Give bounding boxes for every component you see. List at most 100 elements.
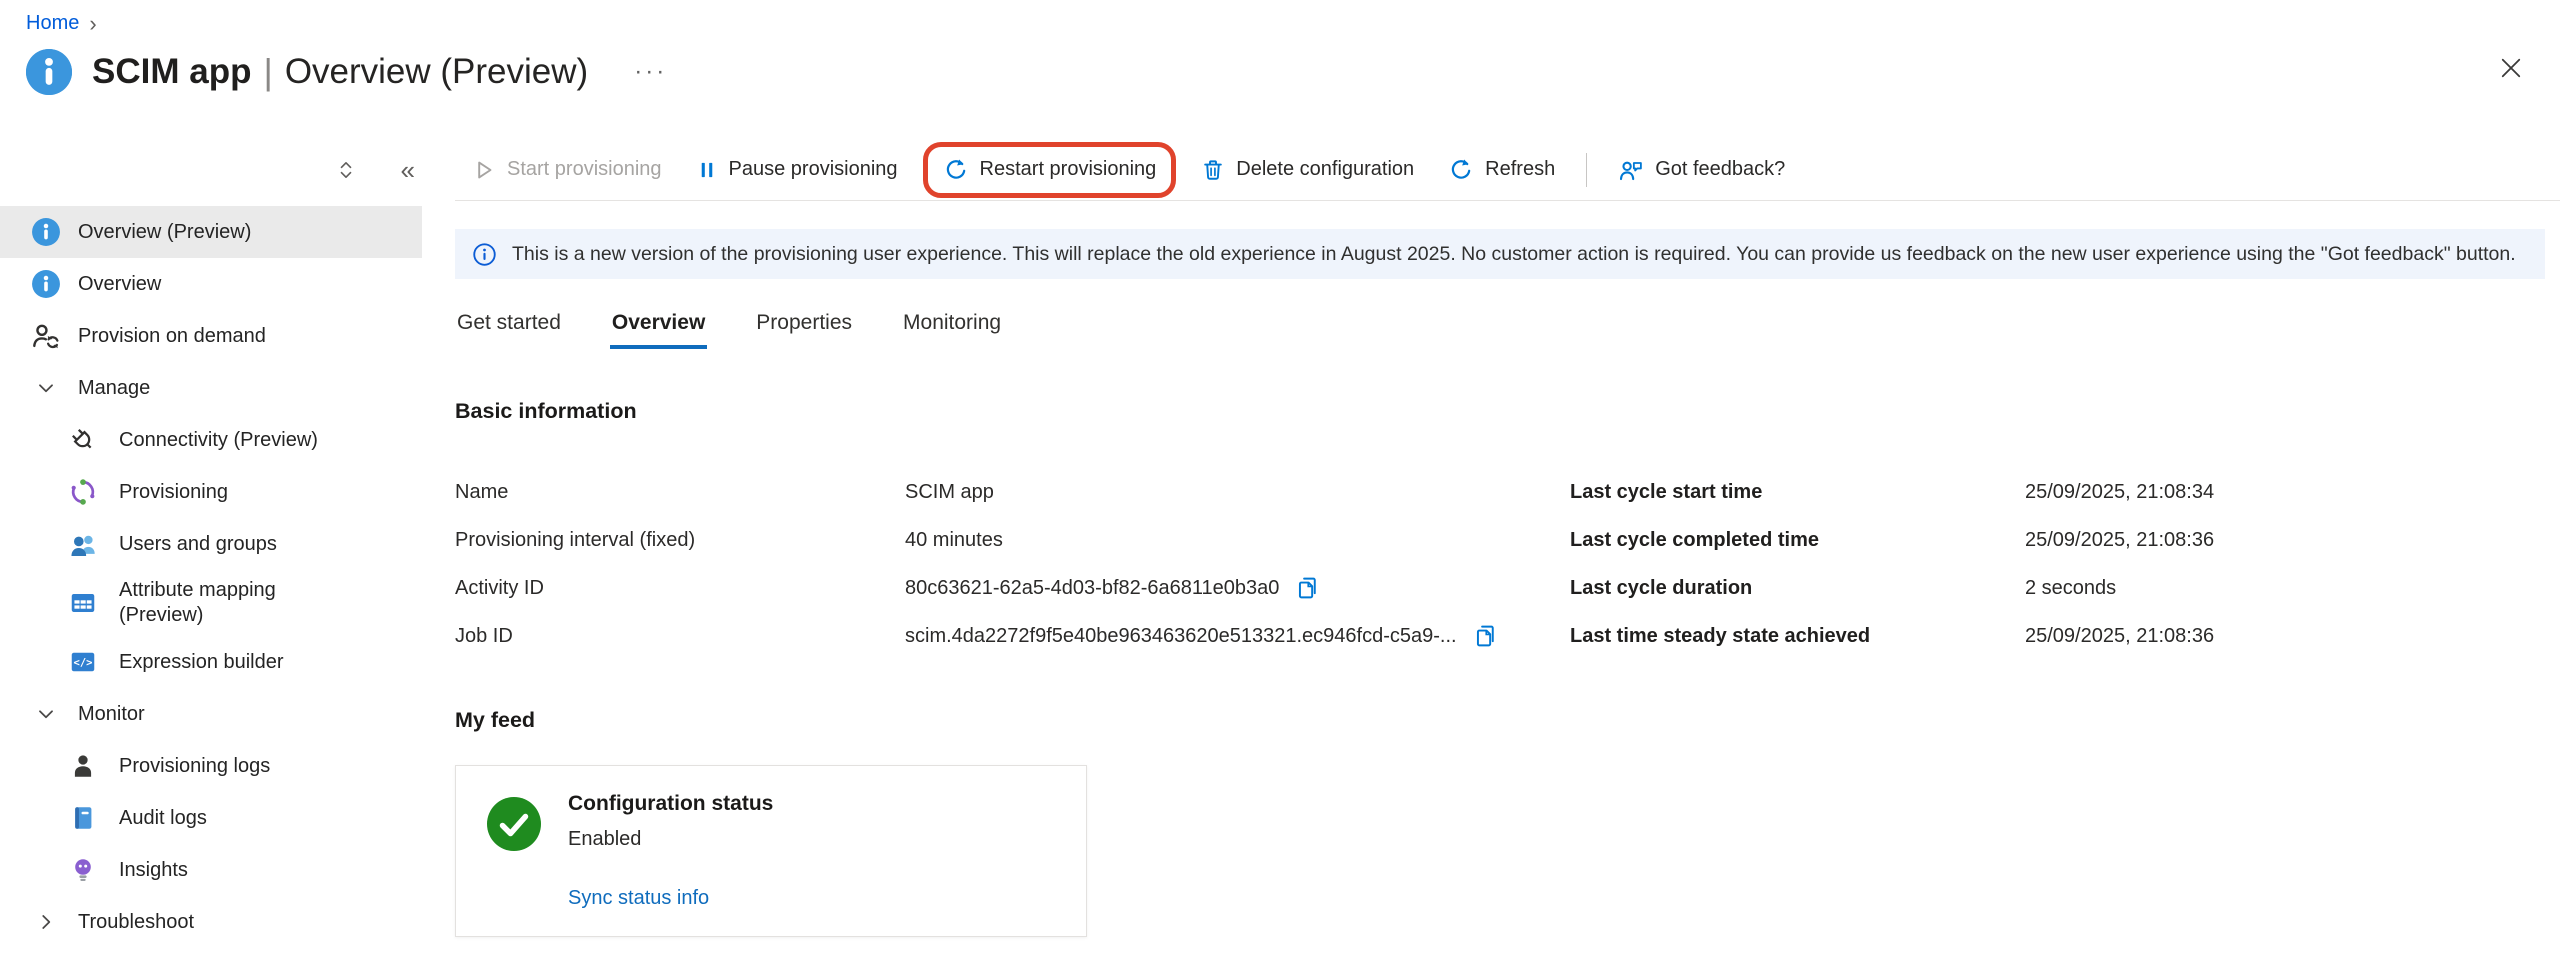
svg-text:</>: </> [74,657,93,669]
book-icon [67,803,99,833]
chevron-down-icon [30,377,62,399]
sidebar-item-label: Provisioning [119,480,238,505]
collapse-menu-icon[interactable]: « [401,157,415,183]
sidebar: Overview (Preview) Overview Provision on… [0,201,455,979]
info-icon [30,269,62,299]
sidebar-item-label: Provisioning logs [119,754,280,779]
sidebar-item-overview[interactable]: Overview [0,258,422,310]
refresh-icon [1448,157,1474,183]
sidebar-item-users-and-groups[interactable]: Users and groups [0,518,422,570]
page-name: Overview (Preview) [285,52,588,92]
table-icon [67,588,99,618]
info-row-last-cycle-start: Last cycle start time 25/09/2025, 21:08:… [1570,468,2545,516]
sidebar-group-monitor[interactable]: Monitor [0,688,422,740]
page-header: SCIM app | Overview (Preview) ··· [0,45,2560,99]
sidebar-item-provisioning[interactable]: Provisioning [0,466,422,518]
refresh-button[interactable]: Refresh [1431,139,1572,200]
tab-get-started[interactable]: Get started [455,303,563,349]
sidebar-item-provision-on-demand[interactable]: Provision on demand [0,310,422,362]
sidebar-item-expression-builder[interactable]: </> Expression builder [0,636,422,688]
sidebar-group-manage[interactable]: Manage [0,362,422,414]
basic-information-heading: Basic information [455,399,2545,424]
info-row-provisioning-interval: Provisioning interval (fixed) 40 minutes [455,516,1570,564]
sidebar-item-insights[interactable]: Insights [0,844,422,896]
toolbar-divider [1586,153,1587,187]
play-icon [472,158,496,182]
restart-icon [943,157,969,183]
tab-properties[interactable]: Properties [754,303,854,349]
title-separator: | [263,51,272,93]
sidebar-item-label: Expression builder [119,650,294,675]
feedback-icon [1618,157,1644,183]
info-row-name: Name SCIM app [455,468,1570,516]
code-icon: </> [67,647,99,677]
main-content: This is a new version of the provisionin… [455,201,2560,979]
sidebar-group-troubleshoot[interactable]: Troubleshoot [0,896,422,948]
info-row-activity-id: Activity ID 80c63621-62a5-4d03-bf82-6a68… [455,564,1570,612]
resize-blade-icon[interactable] [335,159,357,181]
sync-status-info-link[interactable]: Sync status info [568,887,773,910]
pause-provisioning-button[interactable]: Pause provisioning [679,139,915,200]
configuration-status-card: Configuration status Enabled Sync status… [455,765,1087,937]
sidebar-item-attribute-mapping-preview[interactable]: Attribute mapping (Preview) [0,570,422,636]
blade-controls: « [0,139,455,201]
info-row-last-steady-state: Last time steady state achieved 25/09/20… [1570,612,2545,660]
card-title: Configuration status [568,792,773,816]
tab-monitoring[interactable]: Monitoring [901,303,1003,349]
app-name: SCIM app [92,52,251,92]
got-feedback-button[interactable]: Got feedback? [1601,139,1802,200]
sidebar-item-label: Insights [119,858,198,883]
command-buttons: Start provisioning Pause provisioning Re… [455,139,2560,201]
sidebar-group-label: Monitor [78,702,155,727]
users-icon [67,529,99,559]
breadcrumb-home-link[interactable]: Home [26,12,79,35]
sidebar-item-audit-logs[interactable]: Audit logs [0,792,422,844]
info-row-job-id: Job ID scim.4da2272f9f5e40be963463620e51… [455,612,1570,660]
sidebar-item-label: Overview (Preview) [78,220,261,245]
lightbulb-icon [67,855,99,885]
command-bar: « Start provisioning Pause provisioning … [0,139,2560,201]
banner-info-icon [472,242,497,267]
tab-overview[interactable]: Overview [610,303,707,349]
basic-information-grid: Name SCIM app Provisioning interval (fix… [455,468,2545,660]
info-banner: This is a new version of the provisionin… [455,229,2545,279]
sidebar-item-connectivity-preview[interactable]: Connectivity (Preview) [0,414,422,466]
sidebar-item-label: Connectivity (Preview) [119,428,328,453]
sidebar-group-label: Troubleshoot [78,910,204,935]
sidebar-item-provisioning-logs[interactable]: Provisioning logs [0,740,422,792]
delete-configuration-button[interactable]: Delete configuration [1184,139,1431,200]
sidebar-item-label: Attribute mapping (Preview) [119,578,359,628]
restart-provisioning-button[interactable]: Restart provisioning [931,147,1169,193]
info-row-last-cycle-completed: Last cycle completed time 25/09/2025, 21… [1570,516,2545,564]
app-info-badge-icon [26,49,72,95]
copy-icon[interactable] [1473,623,1499,649]
copy-icon[interactable] [1295,575,1321,601]
sidebar-item-label: Overview [78,272,171,297]
more-options-icon[interactable]: ··· [634,58,667,86]
page-title: SCIM app | Overview (Preview) [92,51,588,93]
plug-icon [67,425,99,455]
trash-icon [1201,158,1225,182]
pause-icon [696,158,718,182]
chevron-right-icon [30,911,62,933]
sidebar-item-overview-preview[interactable]: Overview (Preview) [0,206,422,258]
info-row-last-cycle-duration: Last cycle duration 2 seconds [1570,564,2545,612]
restart-annotation-highlight: Restart provisioning [923,142,1177,198]
close-icon[interactable] [2496,53,2526,83]
banner-text: This is a new version of the provisionin… [512,243,2516,266]
my-feed-heading: My feed [455,708,2545,733]
person-log-icon [67,751,99,781]
person-sync-icon [30,321,62,351]
sidebar-item-label: Provision on demand [78,324,276,349]
chevron-down-icon [30,703,62,725]
status-value: Enabled [568,828,773,851]
tab-bar: Get started Overview Properties Monitori… [455,303,2545,349]
info-icon [30,217,62,247]
sidebar-group-label: Manage [78,376,160,401]
breadcrumb-chevron-icon: › [89,13,96,35]
breadcrumb: Home › [0,0,2560,35]
start-provisioning-button[interactable]: Start provisioning [455,139,679,200]
sidebar-item-label: Users and groups [119,532,287,557]
provisioning-sync-icon [67,477,99,507]
sidebar-item-label: Audit logs [119,806,217,831]
